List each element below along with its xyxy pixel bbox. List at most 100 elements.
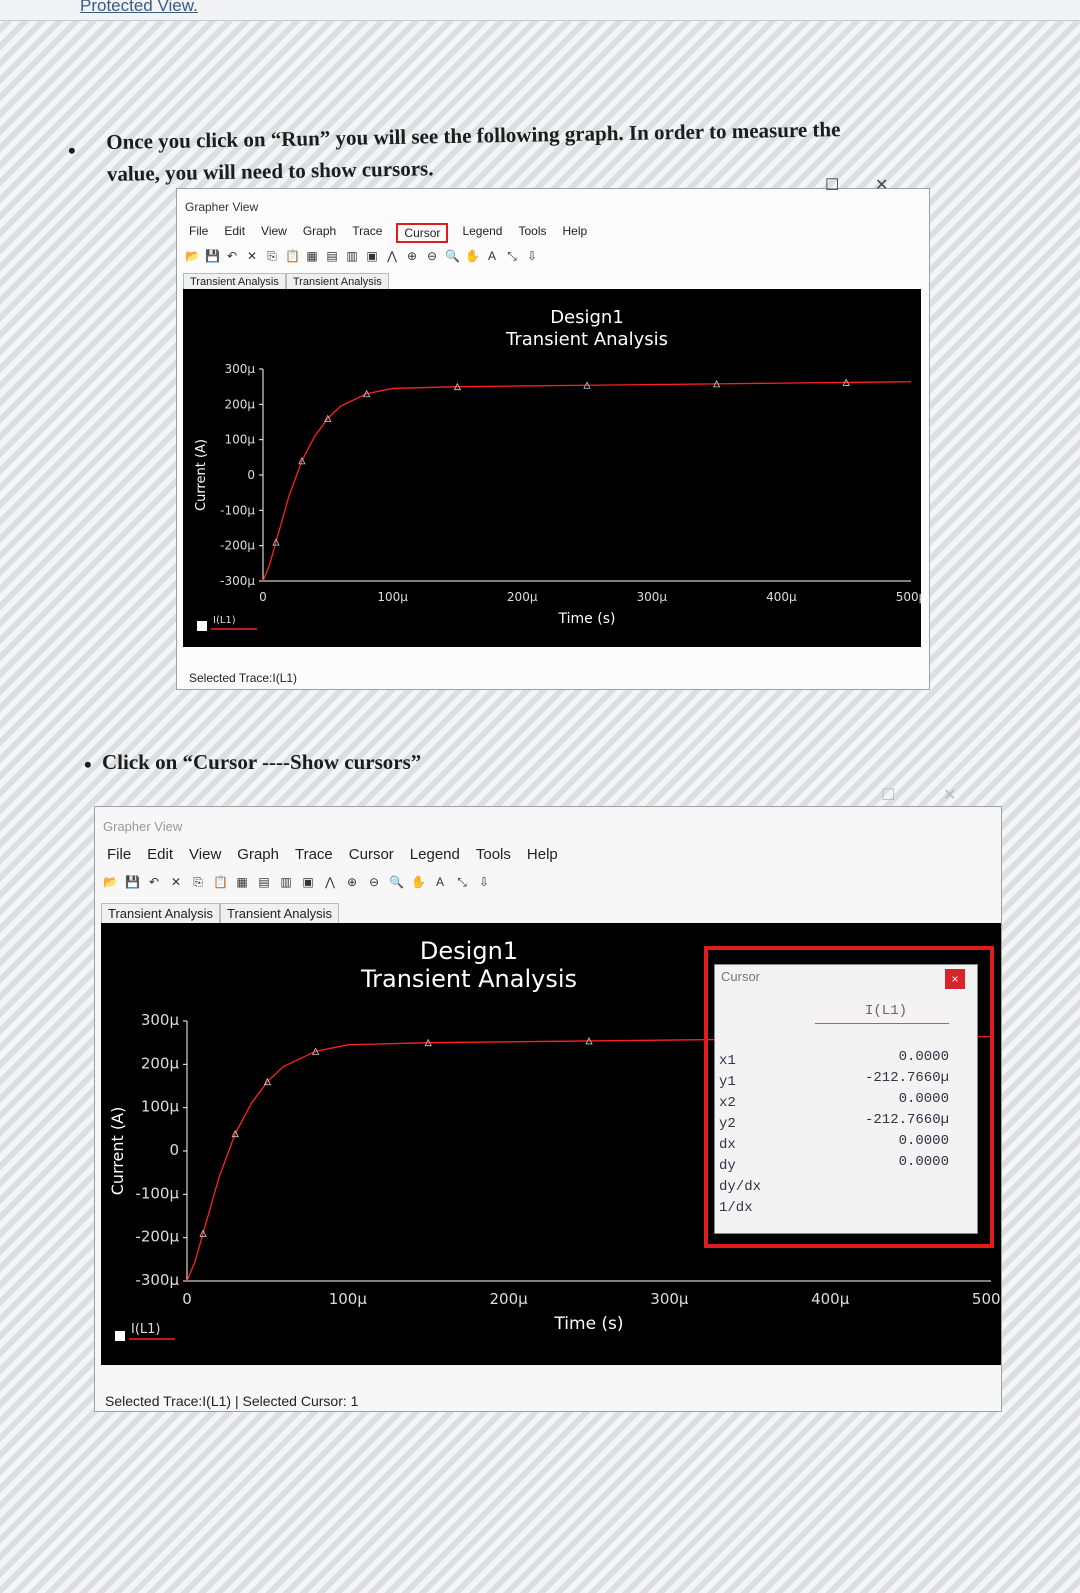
- cut-icon[interactable]: ✕: [169, 875, 183, 889]
- y-tick-label: 300µ: [224, 362, 255, 376]
- pan-icon[interactable]: ✋: [411, 875, 426, 889]
- menu-legend[interactable]: Legend: [408, 845, 462, 864]
- export-icon[interactable]: ⇩: [525, 249, 539, 263]
- menu-help[interactable]: Help: [561, 223, 590, 243]
- plot-area[interactable]: Design1 Transient Analysis 300µ 200µ 100µ 0 -1…: [183, 289, 927, 647]
- chart-title: Design1: [550, 307, 624, 328]
- cursor-icon[interactable]: ⤡: [505, 249, 519, 263]
- legend-checkbox: [197, 621, 207, 631]
- overlay-icon[interactable]: ▥: [345, 249, 359, 263]
- cursor-value: 0.0000: [898, 1133, 949, 1149]
- cursor-label: x2: [719, 1095, 736, 1111]
- tab-transient-analysis-2[interactable]: Transient Analysis: [285, 273, 389, 290]
- maximize-icon[interactable]: ☐: [825, 175, 839, 195]
- x-tick-label: 400µ: [766, 590, 797, 604]
- x-tick-label: 500µ: [896, 590, 921, 604]
- trace-icon[interactable]: ⋀: [323, 875, 337, 889]
- save-icon[interactable]: 💾: [125, 875, 140, 889]
- zoom-in-icon[interactable]: ⊕: [345, 875, 359, 889]
- close-icon[interactable]: ✕: [943, 785, 956, 805]
- protected-view-bar: Protected View.: [0, 0, 1080, 21]
- y-axis-label: Current (A): [108, 1107, 127, 1196]
- x-tick-label: 100µ: [377, 590, 408, 604]
- y-tick-label: -200µ: [135, 1228, 179, 1246]
- tab-transient-analysis-2[interactable]: Transient Analysis: [220, 903, 340, 923]
- zoom-icon[interactable]: 🔍: [445, 249, 460, 263]
- y-tick-label: 0: [247, 468, 255, 482]
- selected-trace-label: Selected Trace:I(L1): [189, 671, 298, 685]
- menu-view[interactable]: View: [187, 845, 223, 864]
- paste-icon[interactable]: 📋: [213, 875, 228, 889]
- print-icon[interactable]: ▣: [365, 249, 379, 263]
- maximize-icon[interactable]: ☐: [881, 785, 895, 805]
- trace-icon[interactable]: ⋀: [385, 249, 399, 263]
- undo-icon[interactable]: ↶: [147, 875, 161, 889]
- x-tick-label: 400µ: [811, 1290, 850, 1308]
- tab-transient-analysis-1[interactable]: Transient Analysis: [183, 273, 286, 290]
- pan-icon[interactable]: ✋: [465, 249, 480, 263]
- series-line: [262, 381, 912, 582]
- cursor-value: 0.0000: [898, 1091, 949, 1107]
- bullet: •: [84, 752, 92, 777]
- cut-icon[interactable]: ✕: [245, 249, 259, 263]
- cursor-panel-title: Cursor: [721, 969, 761, 984]
- toolbar: 📂 💾 ↶ ✕ ⎘ 📋 ▦ ▤ ▥ ▣ ⋀ ⊕ ⊖ 🔍 ✋ A ⤡ ⇩: [103, 875, 491, 889]
- text-icon[interactable]: A: [485, 249, 499, 263]
- menu-trace[interactable]: Trace: [293, 845, 335, 864]
- menu-graph[interactable]: Graph: [235, 845, 281, 864]
- cursor-label: 1/dx: [719, 1200, 753, 1216]
- menu-tools[interactable]: Tools: [474, 845, 513, 864]
- menu-help[interactable]: Help: [525, 845, 560, 864]
- copy-icon[interactable]: ⎘: [265, 249, 279, 263]
- protected-view-link[interactable]: Protected View.: [80, 0, 198, 16]
- export-icon[interactable]: ⇩: [477, 875, 491, 889]
- grid-icon[interactable]: ▦: [305, 249, 319, 263]
- cursor-label: dy: [719, 1158, 736, 1174]
- x-axis-label: Time (s): [553, 1314, 623, 1334]
- legend-icon[interactable]: ▤: [257, 875, 271, 889]
- paste-icon[interactable]: 📋: [285, 249, 300, 263]
- menu-view[interactable]: View: [259, 223, 289, 243]
- menu-graph[interactable]: Graph: [301, 223, 338, 243]
- menu-cursor[interactable]: Cursor: [396, 223, 449, 243]
- cursor-value: -212.7660µ: [864, 1112, 949, 1128]
- overlay-icon[interactable]: ▥: [279, 875, 293, 889]
- zoom-in-icon[interactable]: ⊕: [405, 249, 419, 263]
- window-title: Grapher View: [103, 819, 183, 834]
- menu-file[interactable]: File: [105, 845, 133, 864]
- undo-icon[interactable]: ↶: [225, 249, 239, 263]
- tab-bar: Transient Analysis Transient Analysis: [183, 273, 389, 290]
- save-icon[interactable]: 💾: [205, 249, 220, 263]
- close-icon[interactable]: ✕: [875, 175, 888, 195]
- legend-icon[interactable]: ▤: [325, 249, 339, 263]
- cursor-column-header: I(L1): [865, 1003, 908, 1019]
- open-icon[interactable]: 📂: [185, 249, 200, 263]
- menu-legend[interactable]: Legend: [460, 223, 504, 243]
- zoom-out-icon[interactable]: ⊖: [425, 249, 439, 263]
- print-icon[interactable]: ▣: [301, 875, 315, 889]
- grid-icon[interactable]: ▦: [235, 875, 249, 889]
- x-tick-label: 200µ: [507, 590, 538, 604]
- x-axis-label: Time (s): [558, 611, 616, 627]
- y-tick-label: 300µ: [141, 1011, 180, 1029]
- menu-bar: File Edit View Graph Trace Cursor Legend Tools H…: [105, 845, 572, 864]
- menu-edit[interactable]: Edit: [222, 223, 247, 243]
- chart-subtitle: Transient Analysis: [505, 329, 668, 350]
- copy-icon[interactable]: ⎘: [191, 875, 205, 889]
- close-icon[interactable]: ×: [945, 969, 965, 989]
- open-icon[interactable]: 📂: [103, 875, 118, 889]
- menu-tools[interactable]: Tools: [516, 223, 548, 243]
- y-tick-label: 200µ: [224, 397, 255, 411]
- legend-label: I(L1): [213, 615, 236, 626]
- menu-trace[interactable]: Trace: [350, 223, 384, 243]
- cursor-icon[interactable]: ⤡: [455, 875, 469, 889]
- zoom-out-icon[interactable]: ⊖: [367, 875, 381, 889]
- tab-transient-analysis-1[interactable]: Transient Analysis: [101, 903, 221, 923]
- text-icon[interactable]: A: [433, 875, 447, 889]
- menu-file[interactable]: File: [187, 223, 210, 243]
- cursor-panel: Cursor × I(L1) x1 y1 x2 y2 dx dy dy/dx 1/dx 0.0…: [714, 964, 978, 1234]
- zoom-icon[interactable]: 🔍: [389, 875, 404, 889]
- cursor-label: y1: [719, 1074, 736, 1090]
- menu-edit[interactable]: Edit: [145, 845, 175, 864]
- menu-cursor[interactable]: Cursor: [347, 845, 396, 864]
